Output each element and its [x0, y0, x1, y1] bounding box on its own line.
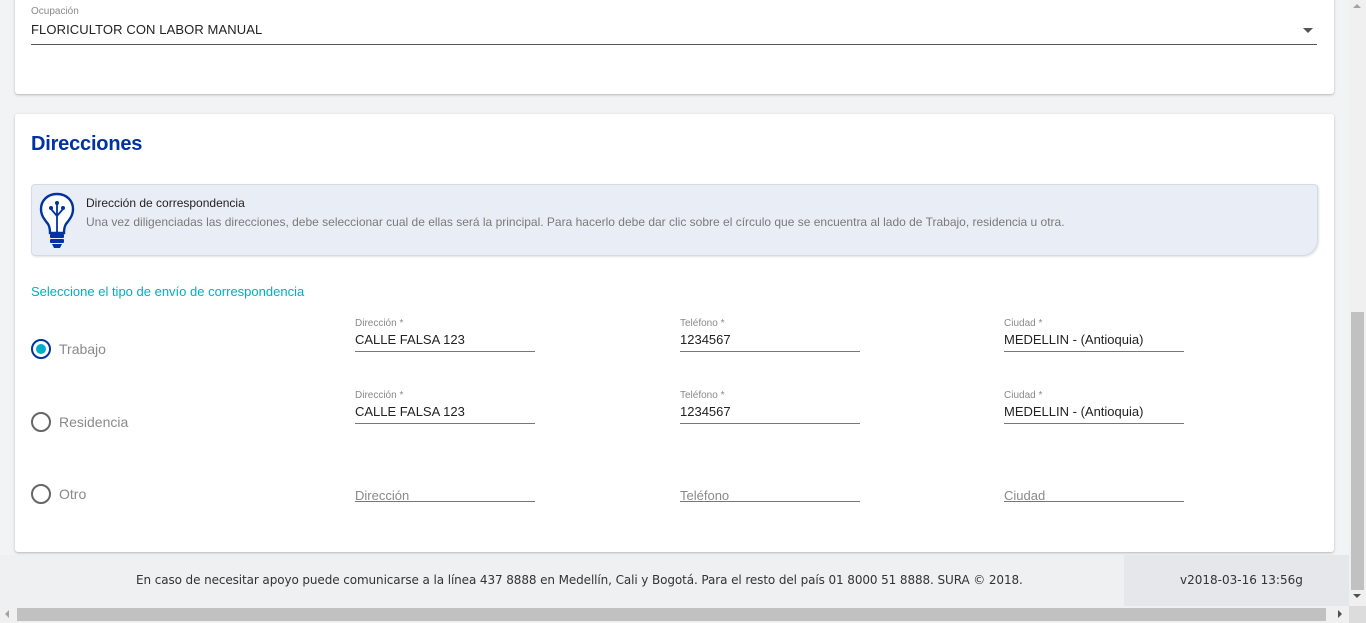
field-underline — [355, 501, 535, 502]
field-underline — [680, 423, 860, 424]
scroll-right-icon[interactable] — [1338, 610, 1342, 618]
field-underline — [1004, 501, 1184, 502]
chevron-down-icon[interactable] — [1303, 28, 1313, 33]
residence-phone-input[interactable]: 1234567 — [680, 404, 731, 419]
field-underline — [680, 501, 860, 502]
work-phone-field[interactable]: Teléfono * 1234567 — [680, 318, 860, 362]
vertical-scrollbar[interactable] — [1349, 0, 1366, 606]
horizontal-scrollbar[interactable] — [0, 606, 1349, 623]
residence-city-input[interactable]: MEDELLIN - (Antioquia) — [1004, 404, 1143, 419]
field-underline — [355, 351, 535, 352]
field-underline — [355, 423, 535, 424]
scroll-left-icon[interactable] — [5, 610, 9, 618]
residence-address-field[interactable]: Dirección * CALLE FALSA 123 — [355, 390, 535, 434]
radio-work-label: Trabajo — [59, 341, 106, 357]
radio-residence-label: Residencia — [59, 414, 129, 430]
page-viewport: Ocupación FLORICULTOR CON LABOR MANUAL D… — [0, 0, 1349, 555]
footer-version-box: v2018-03-16 13:56g — [1124, 555, 1349, 606]
field-label: Teléfono * — [680, 390, 725, 401]
other-address-field[interactable]: Dirección — [355, 468, 535, 512]
scroll-up-icon[interactable] — [1353, 4, 1361, 8]
field-label: Dirección * — [355, 318, 404, 329]
footer-support: En caso de necesitar apoyo puede comunic… — [0, 555, 1124, 606]
field-label: Ciudad * — [1004, 390, 1043, 401]
vertical-scroll-thumb[interactable] — [1351, 312, 1364, 590]
field-label: Dirección * — [355, 390, 404, 401]
shipping-type-label: Seleccione el tipo de envío de correspon… — [31, 284, 305, 299]
info-box: Dirección de correspondencia Una vez dil… — [31, 184, 1318, 256]
footer: En caso de necesitar apoyo puede comunic… — [0, 555, 1349, 606]
radio-other-label: Otro — [59, 486, 87, 502]
field-label: Ciudad * — [1004, 318, 1043, 329]
residence-city-field[interactable]: Ciudad * MEDELLIN - (Antioquia) — [1004, 390, 1184, 434]
other-city-field[interactable]: Ciudad — [1004, 468, 1184, 512]
work-address-input[interactable]: CALLE FALSA 123 — [355, 332, 465, 347]
occupation-select[interactable]: FLORICULTOR CON LABOR MANUAL — [31, 22, 262, 37]
info-text: Una vez diligenciadas las direcciones, d… — [86, 215, 1065, 229]
other-phone-field[interactable]: Teléfono — [680, 468, 860, 512]
horizontal-scroll-thumb[interactable] — [17, 608, 1326, 621]
footer-version: v2018-03-16 13:56g — [1180, 573, 1303, 587]
field-underline — [1004, 423, 1184, 424]
info-title: Dirección de correspondencia — [86, 196, 245, 210]
radio-checked-icon[interactable] — [31, 339, 51, 359]
work-address-field[interactable]: Dirección * CALLE FALSA 123 — [355, 318, 535, 362]
field-underline — [680, 351, 860, 352]
addresses-card: Direcciones Dirección de correspondencia… — [15, 114, 1334, 552]
field-label: Teléfono * — [680, 318, 725, 329]
footer-support-text: En caso de necesitar apoyo puede comunic… — [136, 573, 1023, 587]
residence-phone-field[interactable]: Teléfono * 1234567 — [680, 390, 860, 434]
scroll-down-icon[interactable] — [1353, 594, 1361, 598]
field-underline — [1004, 351, 1184, 352]
occupation-label: Ocupación — [31, 6, 79, 17]
section-title: Direcciones — [31, 133, 143, 155]
lightbulb-icon — [39, 192, 75, 248]
radio-unchecked-icon[interactable] — [31, 484, 51, 504]
work-city-input[interactable]: MEDELLIN - (Antioquia) — [1004, 332, 1143, 347]
work-city-field[interactable]: Ciudad * MEDELLIN - (Antioquia) — [1004, 318, 1184, 362]
scrollbar-corner — [1349, 606, 1366, 623]
occupation-card: Ocupación FLORICULTOR CON LABOR MANUAL — [15, 0, 1334, 94]
occupation-underline — [31, 44, 1317, 45]
radio-unchecked-icon[interactable] — [31, 412, 51, 432]
work-phone-input[interactable]: 1234567 — [680, 332, 731, 347]
residence-address-input[interactable]: CALLE FALSA 123 — [355, 404, 465, 419]
